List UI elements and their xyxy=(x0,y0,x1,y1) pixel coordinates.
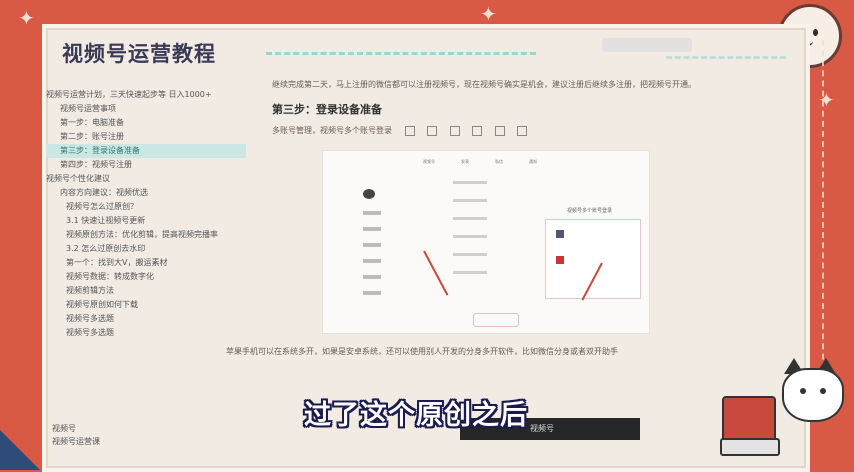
sidebar-item[interactable]: 3.2 怎么过原创去水印 xyxy=(46,242,246,256)
scribble-decoration xyxy=(666,56,786,67)
embedded-screenshot: 视频号 发表 私信 通知 视频号多个账号登录 xyxy=(322,150,650,334)
sidebar-item[interactable]: 视频号多选题 xyxy=(46,326,246,340)
shot-mid-list xyxy=(453,181,533,289)
dark-bar-label: 视频号 xyxy=(530,424,554,433)
sidebar-item[interactable]: 第一步：电脑准备 xyxy=(46,116,246,130)
shot-top-label: 发表 xyxy=(461,159,469,164)
sidebar-item[interactable]: 视频原创方法：优化剪辑，提高视频完播率 xyxy=(46,228,246,242)
sidebar-item[interactable]: 第三步：登录设备准备 xyxy=(46,144,246,158)
star-icon: ✦ xyxy=(818,88,835,112)
scribble-decoration xyxy=(266,52,536,63)
account-avatar[interactable] xyxy=(556,256,564,264)
top-pill xyxy=(602,38,692,52)
account-avatar[interactable] xyxy=(556,230,564,238)
avatar xyxy=(363,189,375,199)
sidebar-item[interactable]: 第一个：找到大V，搬运素材 xyxy=(46,256,246,270)
star-icon: ✦ xyxy=(18,6,35,30)
shot-top-labels: 视频号 发表 私信 通知 xyxy=(423,159,537,165)
sidebar-item[interactable]: 视频号原创如何下载 xyxy=(46,298,246,312)
toolbar-icon[interactable] xyxy=(404,125,415,136)
toolbar-icon[interactable] xyxy=(449,125,460,136)
sidebar-item[interactable]: 视频号多选题 xyxy=(46,312,246,326)
sidebar-item[interactable]: 第四步：视频号注册 xyxy=(46,158,246,172)
page-title: 视频号运营教程 xyxy=(62,42,216,66)
toolbar-icon[interactable] xyxy=(517,125,528,136)
tab-item[interactable]: 视频号 xyxy=(46,422,246,435)
corner-decoration xyxy=(0,430,40,470)
book-icon xyxy=(722,396,776,442)
red-annotation-line xyxy=(423,250,449,296)
sidebar-item[interactable]: 视频号怎么过原创？ xyxy=(46,200,246,214)
toolbar-icon[interactable] xyxy=(427,125,438,136)
sidebar: 视频号运营计划，三天快速起步等 日入1000+ 视频号运营事项 第一步：电脑准备 第二… xyxy=(46,88,246,340)
shot-top-label: 私信 xyxy=(495,159,503,164)
intro-paragraph: 继续完成第二天，马上注册的微信都可以注册视频号，现在视频号确实是机会，建议注册后… xyxy=(272,80,696,89)
sidebar-item[interactable]: 视频号运营计划，三天快速起步等 日入1000+ xyxy=(46,88,246,102)
toolbar-icon[interactable] xyxy=(472,125,483,136)
sidebar-item[interactable]: 视频号运营事项 xyxy=(46,102,246,116)
multi-login-line: 多账号管理，视频号多个账号登录 xyxy=(272,125,642,136)
sidebar-item[interactable]: 内容方向建议：视频优选 xyxy=(46,186,246,200)
video-subtitle: 过了这个原创之后 xyxy=(304,400,528,431)
cat-mascot-icon xyxy=(770,358,850,428)
shot-left-panel xyxy=(363,189,423,295)
sidebar-item[interactable]: 视频剪辑方法 xyxy=(46,284,246,298)
multi-login-text: 多账号管理，视频号多个账号登录 xyxy=(272,126,392,135)
section-heading: 第三步：登录设备准备 xyxy=(272,103,382,116)
sidebar-item[interactable]: 视频号数据：转成数字化 xyxy=(46,270,246,284)
confirm-button[interactable] xyxy=(473,313,519,327)
account-picker-box xyxy=(545,219,641,299)
bottom-tabs: 视频号 视频号运营课 xyxy=(46,422,246,448)
sidebar-item[interactable]: 视频号个性化建议 xyxy=(46,172,246,186)
toolbar-icon[interactable] xyxy=(494,125,505,136)
sidebar-item[interactable]: 3.1 快速让视频号更新 xyxy=(46,214,246,228)
sidebar-item[interactable]: 第二步：账号注册 xyxy=(46,130,246,144)
notebook-icon xyxy=(720,438,780,456)
tab-item[interactable]: 视频号运营课 xyxy=(46,435,246,448)
main-content: 继续完成第二天，马上注册的微信都可以注册视频号，现在视频号确实是机会，建议注册后… xyxy=(272,78,696,136)
star-icon: ✦ xyxy=(480,2,497,26)
shot-box-title: 视频号多个账号登录 xyxy=(567,208,613,214)
bottom-paragraph: 苹果手机可以在系统多开，如果是安卓系统，还可以使用别人开发的分身多开软件，比如微… xyxy=(226,347,618,356)
shot-top-label: 视频号 xyxy=(423,159,435,164)
shot-top-label: 通知 xyxy=(529,159,537,164)
